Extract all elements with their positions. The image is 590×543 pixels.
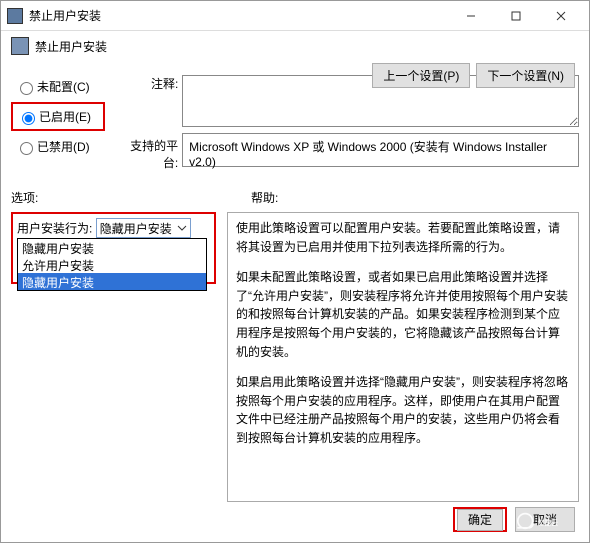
behavior-combo-value: 隐藏用户安装 (100, 220, 172, 237)
svg-text:亿速云: 亿速云 (538, 518, 559, 527)
chevron-down-icon (176, 222, 188, 234)
supported-text: Microsoft Windows XP 或 Windows 2000 (安装有… (182, 133, 579, 167)
radio-not-configured-label: 未配置(C) (37, 78, 90, 95)
titlebar: 禁止用户安装 (1, 1, 589, 31)
dropdown-item-allow[interactable]: 允许用户安装 (18, 256, 206, 273)
radio-not-configured-input[interactable] (20, 82, 33, 95)
ok-highlight: 确定 (453, 507, 507, 532)
window-title: 禁止用户安装 (29, 7, 448, 24)
ok-button[interactable]: 确定 (457, 509, 503, 531)
enabled-highlight: 已启用(E) (11, 102, 105, 131)
behavior-dropdown: 隐藏用户安装 允许用户安装 隐藏用户安装 (17, 238, 207, 291)
app-icon (7, 8, 23, 24)
help-p1: 使用此策略设置可以配置用户安装。若要配置此策略设置，请将其设置为已启用并使用下拉… (236, 219, 570, 256)
next-setting-button[interactable]: 下一个设置(N) (476, 63, 575, 88)
prev-setting-button[interactable]: 上一个设置(P) (372, 63, 470, 88)
dropdown-header: 隐藏用户安装 (18, 239, 206, 256)
radio-disabled-input[interactable] (20, 142, 33, 155)
policy-icon (11, 37, 29, 55)
watermark: 亿速云 (515, 507, 583, 538)
radio-enabled-label: 已启用(E) (39, 108, 91, 125)
close-button[interactable] (538, 1, 583, 30)
radio-enabled-input[interactable] (22, 112, 35, 125)
policy-title: 禁止用户安装 (35, 38, 107, 55)
behavior-label: 用户安装行为: (17, 222, 92, 236)
comment-label: 注释: (129, 75, 182, 133)
help-label: 帮助: (121, 189, 579, 206)
supported-label: 支持的平台: (129, 133, 182, 171)
radio-disabled-label: 已禁用(D) (37, 138, 90, 155)
options-highlight: 用户安装行为: 隐藏用户安装 隐藏用户安装 允许用户安装 隐藏用户安装 (11, 212, 216, 284)
radio-not-configured[interactable]: 未配置(C) (15, 78, 121, 95)
radio-enabled[interactable]: 已启用(E) (17, 108, 91, 125)
radio-disabled[interactable]: 已禁用(D) (15, 138, 121, 155)
help-p2: 如果未配置此策略设置，或者如果已启用此策略设置并选择了“允许用户安装”，则安装程… (236, 268, 570, 361)
dropdown-item-hide[interactable]: 隐藏用户安装 (18, 273, 206, 290)
maximize-button[interactable] (493, 1, 538, 30)
help-text: 使用此策略设置可以配置用户安装。若要配置此策略设置，请将其设置为已启用并使用下拉… (227, 212, 579, 502)
behavior-combo[interactable]: 隐藏用户安装 (96, 218, 191, 238)
options-label: 选项: (11, 189, 121, 206)
gpo-dialog: 禁止用户安装 禁止用户安装 上一个设置(P) 下一个设置(N) (0, 0, 590, 543)
help-p3: 如果启用此策略设置并选择“隐藏用户安装”，则安装程序将忽略按照每个用户安装的应用… (236, 373, 570, 447)
minimize-button[interactable] (448, 1, 493, 30)
